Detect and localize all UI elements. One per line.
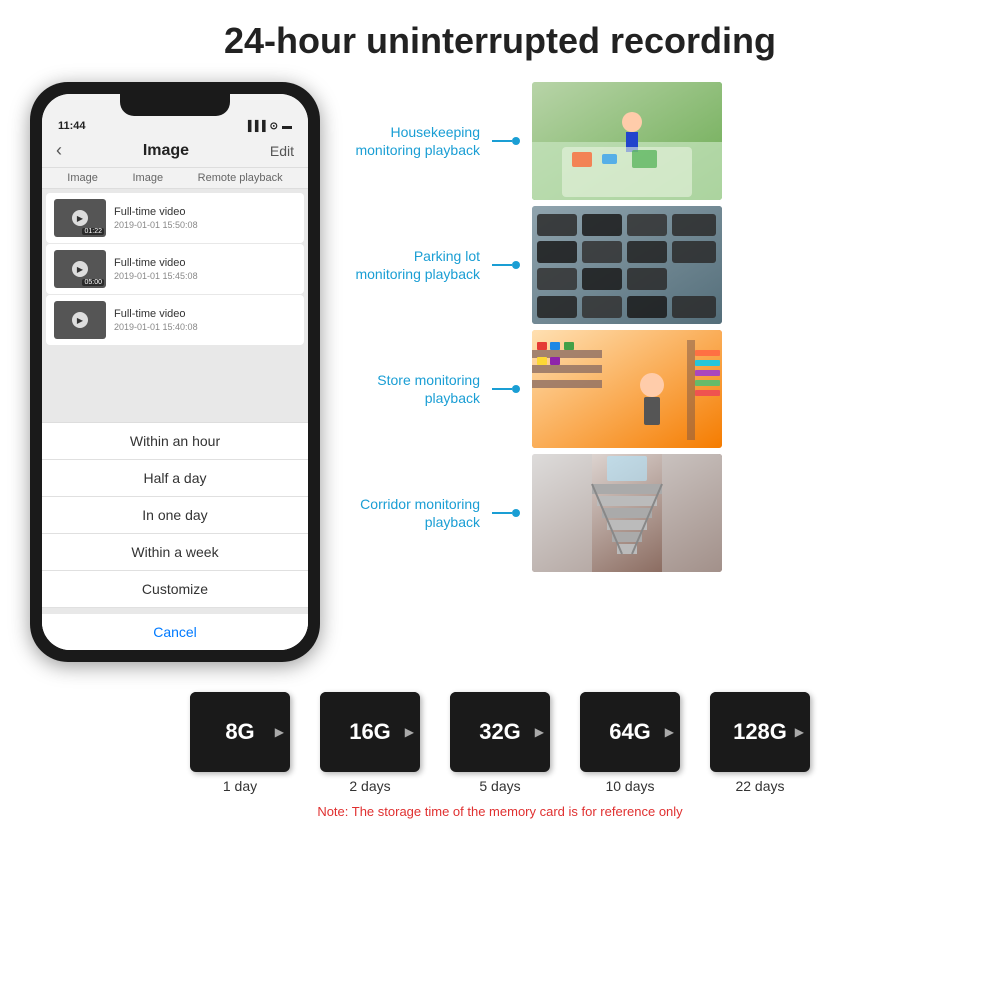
video-thumb-3: ▶	[54, 301, 106, 339]
video-info-1: Full-time video 2019-01-01 15:50:08	[114, 206, 198, 230]
video-date-1: 2019-01-01 15:50:08	[114, 220, 198, 230]
phone-mockup: 11:44 ▐▐▐ ⊙ ▬ ‹ Image Edit Image Ima	[30, 82, 320, 662]
sd-card-body-8g: 8G ▶	[190, 692, 290, 772]
sd-card-16g: 16G ▶ 2 days	[320, 692, 420, 794]
sd-days-8g: 1 day	[223, 778, 257, 794]
sd-card-size-128g: 128G	[733, 719, 787, 745]
signal-icon: ▐▐▐	[244, 121, 265, 132]
note-text: Note: The storage time of the memory car…	[317, 804, 682, 819]
sd-card-128g: 128G ▶ 22 days	[710, 692, 810, 794]
video-date-3: 2019-01-01 15:40:08	[114, 322, 198, 332]
sd-days-64g: 10 days	[605, 778, 654, 794]
back-arrow-icon[interactable]: ‹	[56, 140, 62, 161]
monitoring-image-housekeeping	[532, 82, 722, 200]
sd-card-arrow-64g: ▶	[665, 725, 674, 739]
video-info-3: Full-time video 2019-01-01 15:40:08	[114, 308, 198, 332]
sd-days-16g: 2 days	[349, 778, 390, 794]
monitoring-item-housekeeping: Housekeepingmonitoring playback	[340, 82, 970, 200]
sd-days-32g: 5 days	[479, 778, 520, 794]
sd-card-size-64g: 64G	[609, 719, 651, 745]
video-item-1[interactable]: ▶ 01:22 Full-time video 2019-01-01 15:50…	[46, 193, 304, 243]
monitoring-label-housekeeping: Housekeepingmonitoring playback	[340, 123, 480, 159]
video-title-2: Full-time video	[114, 257, 198, 269]
phone-nav-bar: ‹ Image Edit	[42, 136, 308, 168]
right-panel: Housekeepingmonitoring playback	[330, 82, 970, 572]
sd-card-64g: 64G ▶ 10 days	[580, 692, 680, 794]
sd-card-body-16g: 16G ▶	[320, 692, 420, 772]
wifi-icon: ⊙	[270, 121, 278, 132]
top-section: 11:44 ▐▐▐ ⊙ ▬ ‹ Image Edit Image Ima	[30, 82, 970, 662]
sd-card-8g: 8G ▶ 1 day	[190, 692, 290, 794]
monitoring-image-corridor	[532, 454, 722, 572]
sd-card-arrow-8g: ▶	[275, 725, 284, 739]
sheet-cancel-button[interactable]: Cancel	[42, 608, 308, 650]
page-container: 24-hour uninterrupted recording 11:44 ▐▐…	[0, 0, 1000, 1000]
bottom-section: 8G ▶ 1 day 16G ▶ 2 days 32G ▶ 5 days	[30, 692, 970, 819]
connector-parking	[492, 261, 520, 269]
video-item-3[interactable]: ▶ Full-time video 2019-01-01 15:40:08	[46, 295, 304, 345]
sheet-option-1[interactable]: Within an hour	[42, 423, 308, 460]
sd-card-arrow-32g: ▶	[535, 725, 544, 739]
phone-tabs: Image Image Remote playback	[42, 168, 308, 189]
sd-card-size-16g: 16G	[349, 719, 391, 745]
play-button-2[interactable]: ▶	[72, 261, 88, 277]
play-button-3[interactable]: ▶	[72, 312, 88, 328]
monitoring-label-corridor: Corridor monitoringplayback	[340, 495, 480, 531]
sd-card-size-32g: 32G	[479, 719, 521, 745]
monitoring-label-parking: Parking lotmonitoring playback	[340, 247, 480, 283]
tab-image2[interactable]: Image	[132, 172, 163, 184]
sd-cards-row: 8G ▶ 1 day 16G ▶ 2 days 32G ▶ 5 days	[190, 692, 810, 794]
video-duration-1: 01:22	[82, 228, 104, 235]
sd-days-128g: 22 days	[735, 778, 784, 794]
main-title: 24-hour uninterrupted recording	[224, 20, 776, 62]
tab-image1[interactable]: Image	[67, 172, 98, 184]
connector-corridor	[492, 509, 520, 517]
sd-card-arrow-16g: ▶	[405, 725, 414, 739]
video-title-3: Full-time video	[114, 308, 198, 320]
monitoring-image-store	[532, 330, 722, 448]
video-info-2: Full-time video 2019-01-01 15:45:08	[114, 257, 198, 281]
play-button-1[interactable]: ▶	[72, 210, 88, 226]
sd-card-body-32g: 32G ▶	[450, 692, 550, 772]
sheet-option-2[interactable]: Half a day	[42, 460, 308, 497]
nav-title: Image	[143, 142, 189, 160]
sd-card-body-64g: 64G ▶	[580, 692, 680, 772]
tab-remote-playback[interactable]: Remote playback	[198, 172, 283, 184]
phone-time: 11:44	[58, 120, 86, 132]
nav-edit-button[interactable]: Edit	[270, 143, 294, 159]
sd-card-arrow-128g: ▶	[795, 725, 804, 739]
sd-card-body-128g: 128G ▶	[710, 692, 810, 772]
monitoring-item-store: Store monitoringplayback	[340, 330, 970, 448]
connector-store	[492, 385, 520, 393]
sd-card-size-8g: 8G	[225, 719, 254, 745]
video-thumb-2: ▶ 05:00	[54, 250, 106, 288]
sheet-option-4[interactable]: Within a week	[42, 534, 308, 571]
monitoring-item-parking: Parking lotmonitoring playback	[340, 206, 970, 324]
monitoring-item-corridor: Corridor monitoringplayback	[340, 454, 970, 572]
phone-screen: 11:44 ▐▐▐ ⊙ ▬ ‹ Image Edit Image Ima	[42, 94, 308, 650]
connector-housekeeping	[492, 137, 520, 145]
monitoring-image-parking	[532, 206, 722, 324]
video-item-2[interactable]: ▶ 05:00 Full-time video 2019-01-01 15:45…	[46, 244, 304, 294]
video-date-2: 2019-01-01 15:45:08	[114, 271, 198, 281]
phone-status-icons: ▐▐▐ ⊙ ▬	[244, 121, 292, 132]
video-duration-2: 05:00	[82, 279, 104, 286]
monitoring-label-store: Store monitoringplayback	[340, 371, 480, 407]
battery-icon: ▬	[282, 121, 292, 132]
sheet-option-5[interactable]: Customize	[42, 571, 308, 608]
phone-bottom-sheet: Within an hour Half a day In one day Wit…	[42, 422, 308, 650]
phone-notch	[120, 94, 230, 116]
sd-card-32g: 32G ▶ 5 days	[450, 692, 550, 794]
phone-video-list: ▶ 01:22 Full-time video 2019-01-01 15:50…	[42, 189, 308, 422]
video-thumb-1: ▶ 01:22	[54, 199, 106, 237]
video-title-1: Full-time video	[114, 206, 198, 218]
sheet-option-3[interactable]: In one day	[42, 497, 308, 534]
